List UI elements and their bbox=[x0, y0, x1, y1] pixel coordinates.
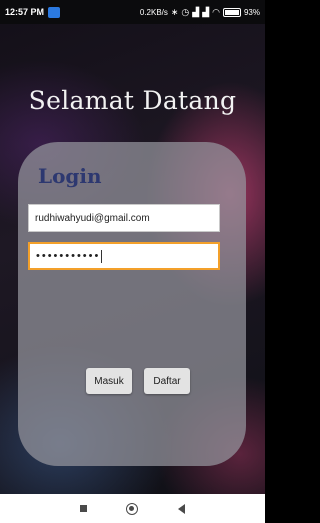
alarm-icon: ◷ bbox=[181, 6, 190, 17]
status-bar: 12:57 PM 0.2KB/s ∗ ◷ ▟ ▟ ◠ 93% bbox=[0, 0, 265, 24]
login-screen: 12:57 PM 0.2KB/s ∗ ◷ ▟ ▟ ◠ 93% Selamat D… bbox=[0, 0, 265, 523]
masuk-button[interactable]: Masuk bbox=[86, 368, 132, 394]
signal-icon: ▟ bbox=[192, 6, 200, 17]
password-value: ••••••••••• bbox=[36, 250, 101, 262]
signal-icon: ▟ bbox=[202, 6, 210, 17]
welcome-title: Selamat Datang bbox=[28, 86, 237, 115]
text-cursor bbox=[101, 249, 103, 263]
login-title: Login bbox=[38, 164, 102, 188]
navigation-bar bbox=[0, 494, 265, 523]
password-field[interactable]: ••••••••••• bbox=[28, 242, 220, 270]
login-card: Login rudhiwahyudi@gmail.com •••••••••••… bbox=[18, 142, 246, 466]
wifi-icon: ◠ bbox=[212, 6, 220, 17]
status-indicators: 0.2KB/s ∗ ◷ ▟ ▟ ◠ 93% bbox=[139, 6, 260, 17]
back-icon[interactable] bbox=[178, 503, 186, 514]
network-speed: 0.2KB/s bbox=[139, 7, 168, 17]
status-time: 12:57 PM bbox=[5, 7, 45, 17]
home-icon[interactable] bbox=[126, 502, 139, 515]
bluetooth-icon: ∗ bbox=[170, 6, 179, 17]
email-value: rudhiwahyudi@gmail.com bbox=[35, 212, 150, 224]
battery-percent: 93% bbox=[243, 7, 260, 17]
recents-icon[interactable] bbox=[79, 505, 87, 512]
daftar-button[interactable]: Daftar bbox=[144, 368, 190, 394]
app-notification-icon bbox=[48, 6, 61, 18]
battery-icon bbox=[222, 7, 241, 17]
email-field[interactable]: rudhiwahyudi@gmail.com bbox=[28, 204, 220, 232]
